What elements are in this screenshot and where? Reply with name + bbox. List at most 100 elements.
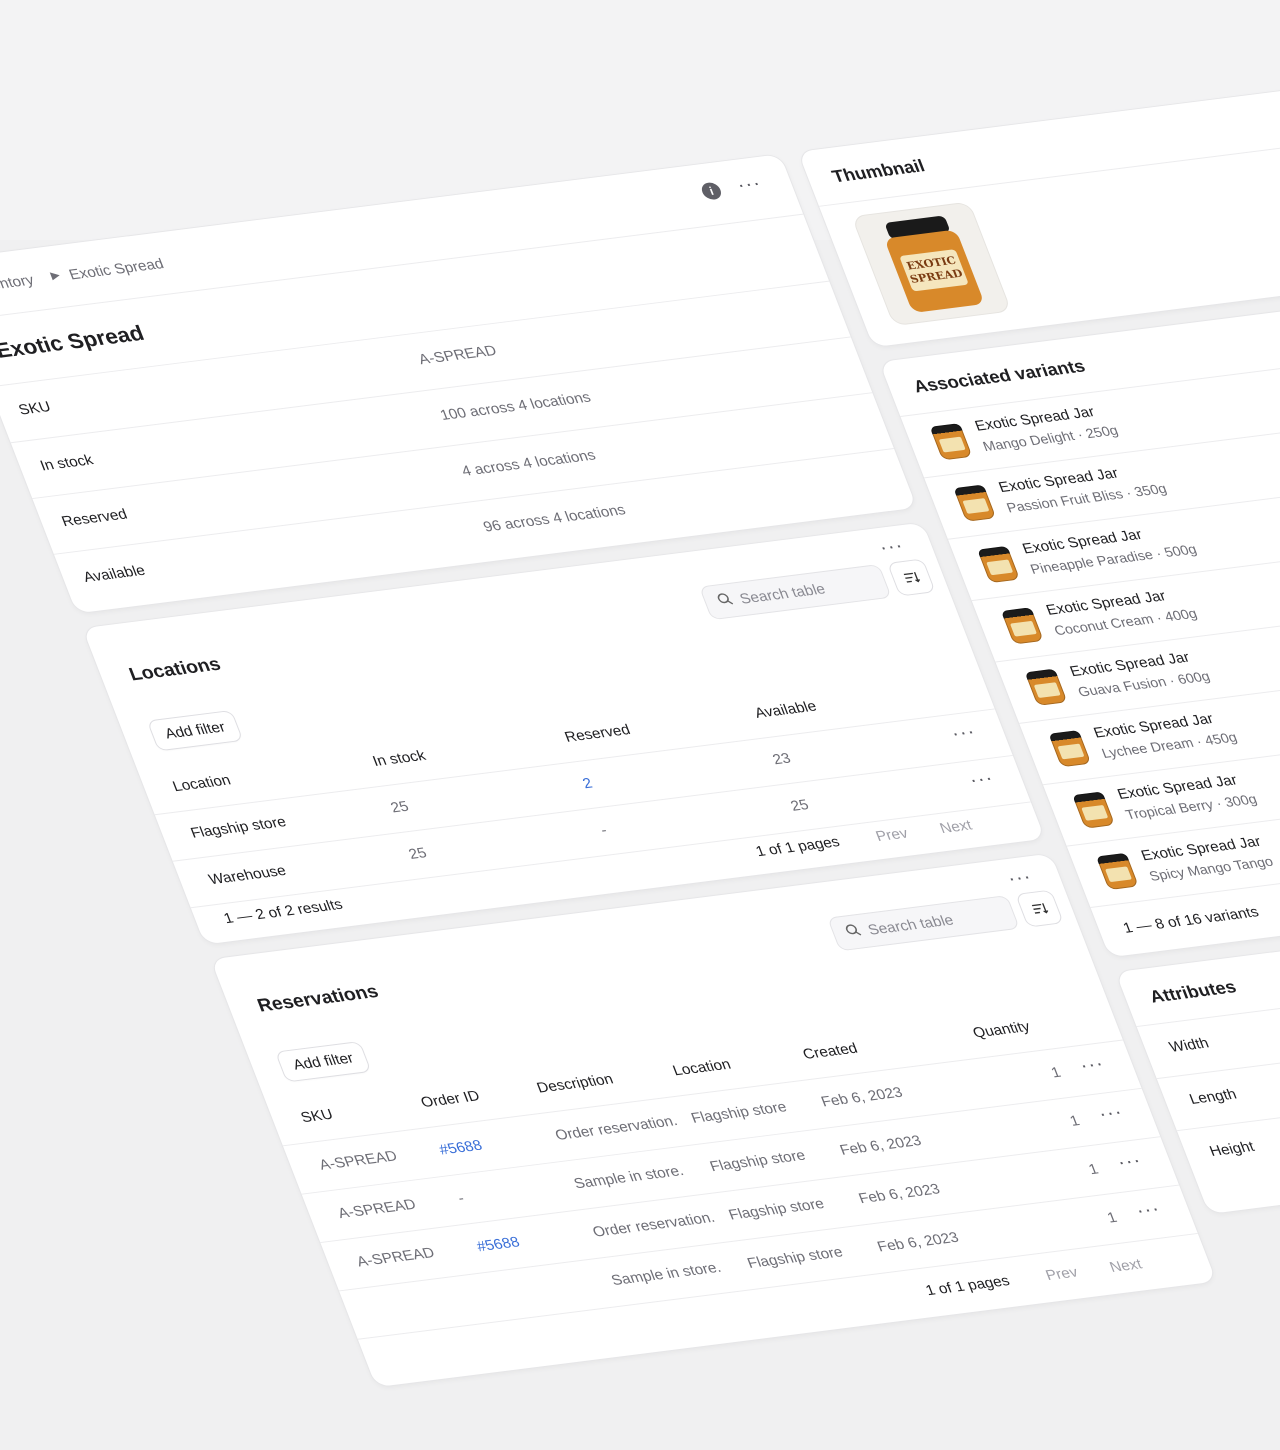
order-id-cell: - <box>455 1190 467 1207</box>
quantity-cell: 1 <box>1086 1161 1101 1178</box>
field-value: 4 across 4 locations <box>459 447 599 480</box>
variant-jar-icon <box>953 484 997 522</box>
next-button[interactable]: Next <box>937 817 974 837</box>
quantity-cell: 1 <box>1067 1112 1083 1130</box>
jar-label: EXOTIC SPREAD <box>899 249 969 292</box>
field-label: Reserved <box>59 506 130 530</box>
order-id-link[interactable]: #5688 <box>437 1137 485 1158</box>
row-more-icon[interactable]: ··· <box>948 721 979 744</box>
variant-jar-icon <box>1000 607 1044 645</box>
location-cell: Flagship store <box>726 1195 827 1224</box>
variants-title: Associated variants <box>910 356 1088 397</box>
row-more-icon[interactable]: ··· <box>1114 1150 1145 1173</box>
search-placeholder: Search table <box>737 580 828 607</box>
breadcrumb-chevron-icon: ▶ <box>49 269 62 282</box>
quantity-cell: 1 <box>1105 1209 1120 1227</box>
description-cell: Sample in store. <box>609 1259 724 1289</box>
variant-jar-icon <box>1024 668 1068 706</box>
field-label: SKU <box>16 398 54 419</box>
prev-button[interactable]: Prev <box>1043 1264 1080 1284</box>
sort-icon <box>903 572 921 583</box>
available-cell: 23 <box>770 750 794 769</box>
column-header[interactable]: Reserved <box>562 722 632 746</box>
field-value: 100 across 4 locations <box>437 389 594 424</box>
in-stock-cell: 25 <box>406 844 430 863</box>
page-scene: Inventory ▶ Exotic Spread i ··· Exotic S… <box>0 76 1280 1450</box>
reservations-more-icon[interactable]: ··· <box>1004 866 1035 889</box>
locations-search-input[interactable]: Search table <box>700 565 891 620</box>
column-header[interactable]: Description <box>534 1071 615 1096</box>
locations-more-icon[interactable]: ··· <box>876 535 907 558</box>
row-more-icon[interactable]: ··· <box>1077 1053 1108 1076</box>
page-title: Exotic Spread <box>0 320 148 363</box>
reservations-title: Reservations <box>254 981 382 1017</box>
thumbnail-title: Thumbnail <box>829 156 928 187</box>
locations-add-filter-button[interactable]: Add filter <box>148 710 243 751</box>
reservations-card: ··· Reservations Search table Add filter… <box>210 853 1217 1388</box>
jar-body: EXOTIC SPREAD <box>884 229 985 313</box>
column-header[interactable]: Order ID <box>418 1088 482 1111</box>
breadcrumb-parent[interactable]: Inventory <box>0 272 36 296</box>
column-header[interactable]: In stock <box>370 747 428 769</box>
page-count: 1 of 1 pages <box>753 833 843 860</box>
field-label: In stock <box>37 451 96 475</box>
row-more-icon[interactable]: ··· <box>1133 1198 1164 1221</box>
location-cell: Flagship store <box>688 1098 790 1127</box>
product-thumbnail-image[interactable]: EXOTIC SPREAD <box>852 202 1011 326</box>
created-cell: Feb 6, 2023 <box>856 1181 943 1207</box>
search-icon <box>715 592 735 611</box>
info-icon[interactable]: i <box>699 181 724 201</box>
field-label: Available <box>80 562 148 586</box>
field-value: 96 across 4 locations <box>480 501 629 536</box>
field-value: A-SPREAD <box>416 342 499 368</box>
column-header[interactable]: Created <box>800 1040 859 1063</box>
description-cell: Order reservation. <box>590 1209 718 1241</box>
created-cell: Feb 6, 2023 <box>837 1132 924 1159</box>
column-header[interactable]: Quantity <box>970 1018 1032 1041</box>
prev-button[interactable]: Prev <box>873 825 910 845</box>
variant-jar-icon <box>929 423 973 461</box>
attribute-label: Height <box>1207 1138 1257 1160</box>
description-cell: Order reservation. <box>552 1112 680 1144</box>
column-header[interactable]: SKU <box>298 1106 335 1126</box>
locations-title: Locations <box>126 654 224 686</box>
available-cell: 25 <box>788 796 812 815</box>
created-cell: Feb 6, 2023 <box>818 1084 906 1111</box>
location-cell: Flagship store <box>707 1147 808 1175</box>
location-cell: Flagship store <box>188 813 289 842</box>
sort-icon <box>1031 903 1049 914</box>
variants-count: 1 — 8 of 16 variants <box>1120 903 1262 937</box>
column-header[interactable]: Location <box>170 772 233 795</box>
reservations-search-input[interactable]: Search table <box>828 896 1019 951</box>
sort-button[interactable] <box>888 559 935 596</box>
search-placeholder: Search table <box>865 911 956 939</box>
sku-cell: A-SPREAD <box>316 1147 400 1174</box>
reserved-link[interactable]: 2 <box>580 775 594 792</box>
column-header[interactable]: Location <box>670 1056 733 1079</box>
variant-jar-icon <box>1072 791 1116 829</box>
more-options-icon[interactable]: ··· <box>734 173 765 196</box>
next-button[interactable]: Next <box>1107 1256 1144 1276</box>
row-more-icon[interactable]: ··· <box>1095 1102 1126 1125</box>
in-stock-cell: 25 <box>388 798 412 817</box>
quantity-cell: 1 <box>1048 1064 1064 1082</box>
created-cell: Feb 6, 2023 <box>875 1229 962 1256</box>
attribute-label: Length <box>1187 1086 1240 1108</box>
row-more-icon[interactable]: ··· <box>966 768 997 791</box>
breadcrumb-current: Exotic Spread <box>66 255 167 284</box>
attributes-title: Attributes <box>1146 977 1239 1007</box>
column-header[interactable]: Available <box>752 698 819 721</box>
page-count: 1 of 1 pages <box>923 1272 1013 1299</box>
attribute-label: Width <box>1166 1034 1212 1056</box>
order-id-link[interactable]: #5688 <box>474 1234 522 1255</box>
sku-cell: A-SPREAD <box>335 1196 419 1222</box>
description-cell: Sample in store. <box>571 1162 687 1193</box>
location-cell: Flagship store <box>745 1243 846 1272</box>
variant-jar-icon <box>1048 730 1092 768</box>
sku-cell: A-SPREAD <box>354 1244 438 1271</box>
sort-button[interactable] <box>1016 890 1063 927</box>
variant-jar-icon <box>1095 852 1139 891</box>
search-icon <box>843 923 863 942</box>
location-cell: Warehouse <box>206 862 289 888</box>
reservations-add-filter-button[interactable]: Add filter <box>276 1042 371 1082</box>
